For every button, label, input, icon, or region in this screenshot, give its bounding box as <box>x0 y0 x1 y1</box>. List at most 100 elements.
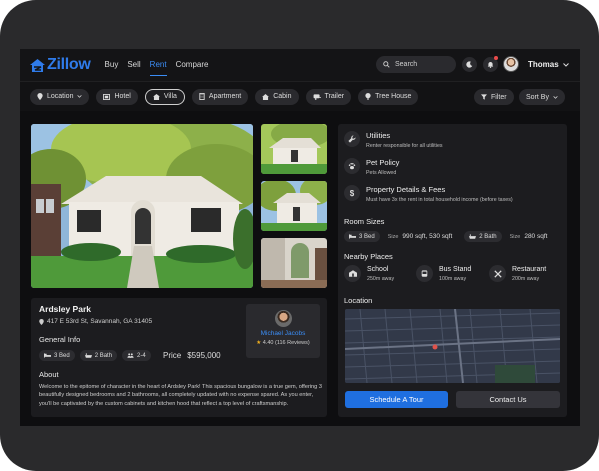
type-villa-label: Villa <box>163 93 177 100</box>
type-trailer[interactable]: Trailer <box>305 88 352 105</box>
schedule-tour-button[interactable]: Schedule A Tour <box>345 391 448 408</box>
location-heading: Location <box>344 296 373 305</box>
type-cabin-label: Cabin <box>273 93 292 100</box>
type-villa[interactable]: Villa <box>144 88 185 105</box>
contact-us-button[interactable]: Contact Us <box>456 391 560 408</box>
baths-text: 2 Bath <box>94 352 113 359</box>
agent-name[interactable]: Michael Jacobs <box>246 330 320 337</box>
bus-icon <box>416 265 433 282</box>
wrench-icon <box>344 131 360 147</box>
thumbnail-photo-3[interactable] <box>261 238 327 288</box>
main-property-photo[interactable] <box>31 124 253 288</box>
user-menu[interactable]: Thomas <box>528 60 569 69</box>
main-nav: Buy Sell Rent Compare <box>105 54 209 76</box>
nearby-restaurant[interactable]: Restaurant 200m away <box>489 265 546 282</box>
location-label: Location <box>47 93 74 100</box>
tablet-frame: Zillow Buy Sell Rent Compare Search Thom… <box>0 0 599 471</box>
type-tree-house-label: Tree House <box>375 93 412 100</box>
theme-toggle-button[interactable] <box>462 57 477 72</box>
baths-chip: 2 Bath <box>79 350 118 361</box>
type-apartment[interactable]: Apartment <box>191 88 249 105</box>
zillow-house-icon <box>30 58 45 72</box>
price-label: Price <box>163 351 182 360</box>
room-sizes-row: 3 Bed Size 990 sqft, 530 sqft 2 Bath Siz… <box>344 231 547 242</box>
location-dropdown[interactable]: Location <box>30 88 90 105</box>
property-info-card: Ardsley Park 417 E 53rd St, Savannah, GA… <box>31 298 327 417</box>
room-sizes-heading: Room Sizes <box>344 217 385 226</box>
zillow-logo[interactable]: Zillow <box>30 56 91 74</box>
nav-buy[interactable]: Buy <box>105 54 119 76</box>
type-trailer-label: Trailer <box>324 93 345 100</box>
type-cabin[interactable]: Cabin <box>255 88 299 105</box>
bath-size-value: 280 sqft <box>524 233 548 240</box>
type-tree-house[interactable]: Tree House <box>358 88 419 105</box>
tree-icon <box>365 93 371 100</box>
bath-size-label: Size <box>509 233 521 240</box>
user-avatar[interactable] <box>503 56 519 72</box>
user-name: Thomas <box>528 60 559 69</box>
fees-item: $ Property Details & Fees Must have 3x t… <box>344 185 513 203</box>
beds-chip: 3 Bed <box>39 350 75 361</box>
fees-sub: Must have 3x the rent in total household… <box>366 197 513 203</box>
utilities-sub: Renter responsible for all utilities <box>366 143 443 149</box>
thumbnail-photo-1[interactable] <box>261 124 327 174</box>
search-placeholder: Search <box>395 61 418 68</box>
pet-policy-title: Pet Policy <box>366 158 400 167</box>
filter-icon <box>481 94 487 100</box>
pet-policy-sub: Pets Allowed <box>366 170 397 176</box>
filter-button[interactable]: Filter <box>474 89 514 105</box>
chevron-down-icon <box>77 95 83 98</box>
bell-icon <box>487 62 494 68</box>
notification-dot <box>494 56 498 60</box>
about-heading: About <box>39 370 59 379</box>
trailer-icon <box>313 93 321 100</box>
map-image <box>345 309 560 383</box>
room-bath-chip: 2 Bath <box>464 231 502 242</box>
fees-title: Property Details & Fees <box>366 185 446 194</box>
people-icon <box>127 353 134 358</box>
location-map[interactable] <box>345 309 560 383</box>
interior-thumb <box>261 238 327 288</box>
top-nav-bar: Zillow Buy Sell Rent Compare Search Thom… <box>20 49 580 81</box>
restaurant-icon <box>489 265 506 282</box>
house-photo <box>31 124 253 288</box>
nearby-school-dist: 250m away <box>367 275 395 282</box>
hotel-icon <box>103 93 111 100</box>
nav-rent[interactable]: Rent <box>149 54 167 76</box>
rating-value: 4.40 <box>262 340 274 346</box>
dollar-icon: $ <box>344 185 360 201</box>
chevron-down-icon <box>562 62 569 67</box>
type-hotel-label: Hotel <box>114 93 131 100</box>
type-apartment-label: Apartment <box>208 93 242 100</box>
utilities-item: Utilities Renter responsible for all uti… <box>344 131 443 149</box>
room-bath-text: 2 Bath <box>479 233 497 240</box>
search-input[interactable]: Search <box>376 56 456 73</box>
app-screen: Zillow Buy Sell Rent Compare Search Thom… <box>20 49 580 426</box>
house-thumb-1 <box>261 124 327 174</box>
sort-dropdown[interactable]: Sort By <box>519 89 565 105</box>
location-pin-icon <box>37 93 43 100</box>
nav-sell[interactable]: Sell <box>127 54 140 76</box>
address-text: 417 E 53rd St, Savannah, GA 31405 <box>47 318 153 325</box>
beds-text: 3 Bed <box>54 352 70 359</box>
type-hotel[interactable]: Hotel <box>96 88 138 105</box>
agent-avatar <box>274 310 292 327</box>
nearby-bus-stand[interactable]: Bus Stand 100m away <box>416 265 471 282</box>
house-thumb-2 <box>261 181 327 231</box>
bed-icon <box>349 234 356 239</box>
star-icon: ★ <box>256 340 262 346</box>
price: Price $595,000 <box>163 351 221 360</box>
location-pin-icon <box>39 318 44 325</box>
brand-name: Zillow <box>47 56 91 73</box>
thumbnail-photo-2[interactable] <box>261 181 327 231</box>
villa-icon <box>152 93 160 100</box>
agent-card[interactable]: Michael Jacobs ★ 4.40 (116 Reviews) <box>246 304 320 358</box>
room-bed-text: 3 Bed <box>359 233 375 240</box>
nav-compare[interactable]: Compare <box>176 54 209 76</box>
moon-icon <box>466 61 473 68</box>
school-icon <box>344 265 361 282</box>
search-icon <box>383 61 390 68</box>
nearby-heading: Nearby Places <box>344 252 393 261</box>
nearby-school[interactable]: School 250m away <box>344 265 394 282</box>
notifications-button[interactable] <box>483 56 498 72</box>
